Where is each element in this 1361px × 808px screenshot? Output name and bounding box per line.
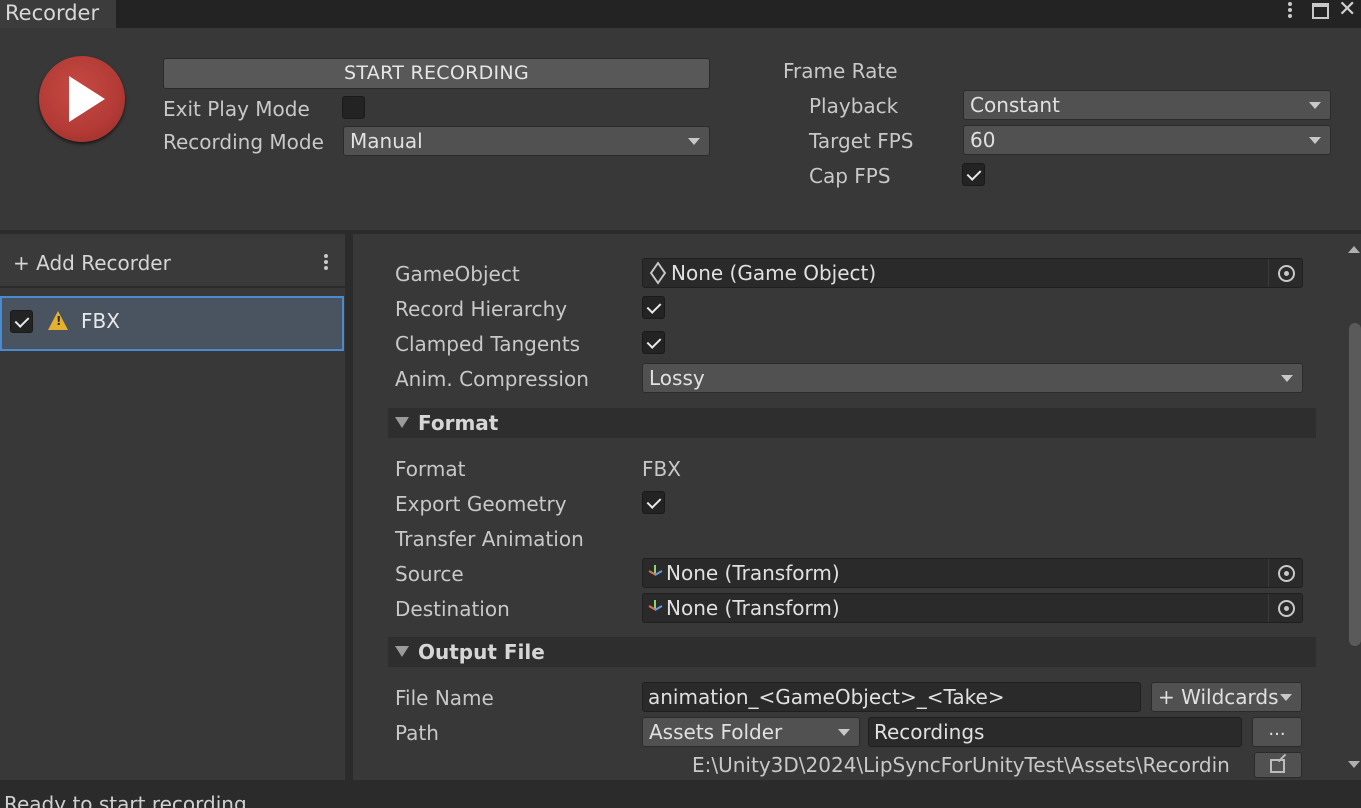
recording-mode-dropdown[interactable]: Manual <box>343 126 710 156</box>
exit-play-mode-checkbox[interactable] <box>342 96 365 119</box>
path-root-dropdown[interactable]: Assets Folder <box>642 717 860 747</box>
gameobject-label: GameObject <box>395 262 520 286</box>
target-fps-dropdown[interactable]: 60 <box>963 125 1331 155</box>
play-icon <box>69 76 105 122</box>
more-options-icon[interactable] <box>1282 0 1298 22</box>
gameobject-value: None (Game Object) <box>671 261 877 285</box>
chevron-down-icon <box>838 729 850 736</box>
transform-icon <box>647 565 663 581</box>
warning-mark: ! <box>56 314 62 328</box>
open-folder-button[interactable] <box>1254 752 1302 778</box>
file-name-input[interactable]: animation_<GameObject>_<Take> <box>642 682 1141 712</box>
source-label: Source <box>395 562 464 586</box>
export-geometry-checkbox[interactable] <box>642 491 665 514</box>
exit-play-mode-label: Exit Play Mode <box>163 97 310 121</box>
clamped-tangents-checkbox[interactable] <box>642 331 665 354</box>
wildcards-dropdown[interactable]: + Wildcards <box>1151 682 1302 712</box>
chevron-down-icon <box>1280 694 1292 701</box>
chevron-down-icon <box>1309 137 1321 144</box>
transfer-animation-label: Transfer Animation <box>395 527 584 551</box>
record-button[interactable] <box>39 56 125 142</box>
format-value: FBX <box>642 457 681 481</box>
target-fps-label: Target FPS <box>809 129 914 153</box>
frame-rate-label: Frame Rate <box>783 59 898 83</box>
path-root-value: Assets Folder <box>649 720 783 744</box>
destination-label: Destination <box>395 597 510 621</box>
transform-icon <box>647 600 663 616</box>
destination-value: None (Transform) <box>666 596 840 620</box>
playback-dropdown[interactable]: Constant <box>963 90 1331 120</box>
window-title: Recorder <box>5 1 100 25</box>
status-text: Ready to start recording <box>4 792 247 808</box>
anim-compression-dropdown[interactable]: Lossy <box>642 363 1303 393</box>
format-section-header[interactable]: Format <box>388 408 1316 438</box>
cube-icon <box>649 261 667 285</box>
target-fps-value: 60 <box>970 128 996 152</box>
split-handle[interactable] <box>345 234 353 780</box>
recorder-item-label: FBX <box>81 309 120 333</box>
close-icon[interactable]: ✕ <box>1338 0 1356 23</box>
object-picker-icon[interactable] <box>1268 594 1302 622</box>
recording-mode-value: Manual <box>350 129 423 153</box>
source-value: None (Transform) <box>666 561 840 585</box>
object-picker-icon[interactable] <box>1268 259 1302 287</box>
foldout-arrow-icon <box>395 646 409 657</box>
format-label: Format <box>395 457 466 481</box>
recording-mode-label: Recording Mode <box>163 130 324 154</box>
scrollbar-thumb[interactable] <box>1349 323 1361 646</box>
file-name-label: File Name <box>395 686 494 710</box>
chevron-down-icon <box>1281 375 1293 382</box>
window-tab-bar <box>0 0 1361 28</box>
recorder-list-options-icon[interactable] <box>322 253 330 273</box>
recorder-enabled-checkbox[interactable] <box>10 310 33 333</box>
start-recording-button[interactable]: START RECORDING <box>163 58 710 89</box>
browse-button[interactable]: ... <box>1252 717 1302 747</box>
chevron-down-icon <box>1309 102 1321 109</box>
maximize-icon[interactable] <box>1312 3 1329 19</box>
object-picker-icon[interactable] <box>1268 559 1302 587</box>
cap-fps-checkbox[interactable] <box>962 163 985 186</box>
output-full-path: E:\Unity3D\2024\LipSyncForUnityTest\Asse… <box>692 753 1230 777</box>
record-hierarchy-checkbox[interactable] <box>642 296 665 319</box>
chevron-down-icon <box>688 138 700 145</box>
format-section-title: Format <box>418 411 499 435</box>
cap-fps-label: Cap FPS <box>809 164 891 188</box>
export-geometry-label: Export Geometry <box>395 492 567 516</box>
add-recorder-button[interactable]: + Add Recorder <box>13 250 171 276</box>
record-hierarchy-label: Record Hierarchy <box>395 297 568 321</box>
gameobject-field[interactable]: None (Game Object) <box>642 258 1303 288</box>
output-file-section-title: Output File <box>418 640 545 664</box>
scroll-down-arrow-icon[interactable] <box>1348 761 1360 768</box>
playback-label: Playback <box>809 94 899 118</box>
wildcards-label: + Wildcards <box>1158 685 1279 709</box>
output-file-section-header[interactable]: Output File <box>388 637 1316 667</box>
scroll-up-arrow-icon[interactable] <box>1348 246 1360 253</box>
playback-value: Constant <box>970 93 1060 117</box>
anim-compression-label: Anim. Compression <box>395 367 589 391</box>
destination-field[interactable]: None (Transform) <box>642 593 1303 623</box>
source-field[interactable]: None (Transform) <box>642 558 1303 588</box>
path-input[interactable]: Recordings <box>868 717 1242 747</box>
clamped-tangents-label: Clamped Tangents <box>395 332 581 356</box>
foldout-arrow-icon <box>395 417 409 428</box>
path-label: Path <box>395 721 439 745</box>
anim-compression-value: Lossy <box>649 366 705 390</box>
